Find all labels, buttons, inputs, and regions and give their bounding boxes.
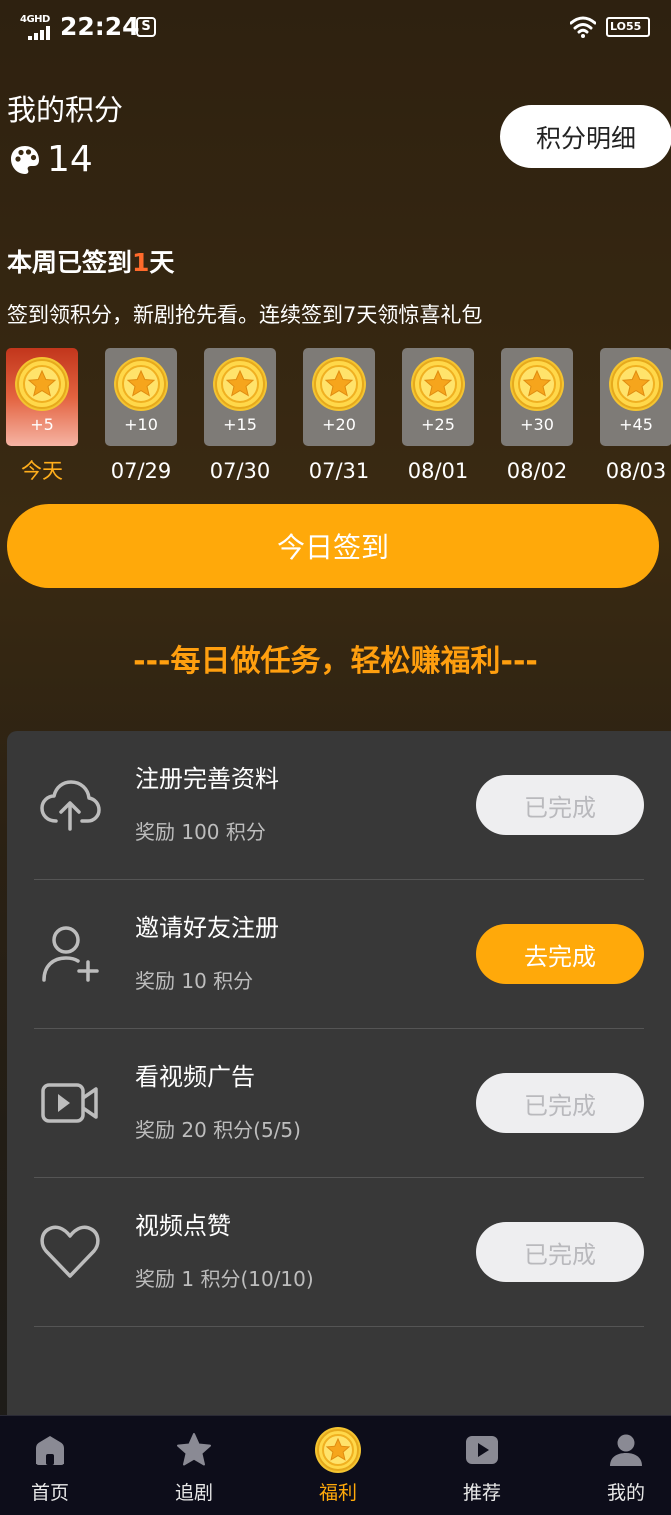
day-points: +5 bbox=[30, 415, 54, 434]
coin-icon bbox=[609, 357, 663, 411]
play-icon bbox=[466, 1436, 498, 1464]
tab-profile[interactable]: 我的 bbox=[576, 1416, 671, 1515]
task-reward: 奖励 20 积分(5/5) bbox=[135, 1118, 301, 1142]
points-title: 我的积分 bbox=[7, 93, 124, 127]
task-title: 邀请好友注册 bbox=[135, 914, 279, 942]
day-points: +15 bbox=[223, 415, 257, 434]
star-icon bbox=[177, 1433, 211, 1466]
heart-icon bbox=[40, 1225, 100, 1278]
signal-icon: 4GHD bbox=[20, 14, 54, 40]
task-title: 视频点赞 bbox=[135, 1212, 231, 1240]
coin-icon bbox=[114, 357, 168, 411]
wifi-icon bbox=[570, 16, 596, 38]
tab-label: 推荐 bbox=[462, 1482, 501, 1504]
task-list: 注册完善资料 奖励 100 积分 已完成 邀请好友注册 奖励 10 积分 去完成… bbox=[7, 731, 671, 1415]
tab-label: 追剧 bbox=[174, 1482, 213, 1504]
points-detail-button[interactable]: 积分明细 bbox=[500, 105, 671, 168]
day-points: +25 bbox=[421, 415, 455, 434]
network-type: 4GHD bbox=[20, 14, 50, 25]
points-value: 14 bbox=[47, 139, 93, 180]
task-row: 看视频广告 奖励 20 积分(5/5) 已完成 bbox=[34, 1029, 644, 1178]
battery-icon: LO55 bbox=[606, 17, 650, 37]
tab-follow[interactable]: 追剧 bbox=[144, 1416, 244, 1515]
day-points: +20 bbox=[322, 415, 356, 434]
day-date: 07/29 bbox=[110, 459, 172, 483]
day-date: 08/02 bbox=[506, 459, 568, 483]
day-card: +45 bbox=[600, 348, 671, 446]
day-date: 07/31 bbox=[308, 459, 370, 483]
day-date: 08/01 bbox=[407, 459, 469, 483]
day-card-today: +5 bbox=[6, 348, 78, 446]
status-bar: 4GHD 22:24 S LO55 bbox=[0, 0, 671, 56]
task-title: 看视频广告 bbox=[135, 1063, 255, 1091]
coin-icon bbox=[315, 1427, 361, 1473]
day-card: +30 bbox=[501, 348, 573, 446]
day-card: +20 bbox=[303, 348, 375, 446]
tab-label: 我的 bbox=[606, 1482, 645, 1504]
add-user-icon bbox=[42, 926, 99, 982]
palette-icon bbox=[11, 146, 39, 174]
task-row: 邀请好友注册 奖励 10 积分 去完成 bbox=[34, 880, 644, 1029]
tab-welfare[interactable]: 福利 bbox=[288, 1416, 388, 1515]
bottom-tab-bar: 首页 追剧 福利 推荐 我的 bbox=[0, 1415, 671, 1515]
points-balance: 14 bbox=[9, 140, 93, 180]
tab-label: 首页 bbox=[30, 1482, 69, 1504]
tasks-heading: ---每日做任务，轻松赚福利--- bbox=[133, 644, 538, 679]
day-card: +25 bbox=[402, 348, 474, 446]
week-suffix: 天 bbox=[149, 248, 175, 277]
day-points: +45 bbox=[619, 415, 653, 434]
task-reward: 奖励 1 积分(10/10) bbox=[135, 1267, 314, 1291]
day-points: +10 bbox=[124, 415, 158, 434]
day-date: 08/03 bbox=[605, 459, 667, 483]
status-time: 22:24 bbox=[60, 12, 140, 41]
checkin-days: +5 今天 +10 07/29 +15 07/30 +20 07/31 +25 bbox=[6, 348, 671, 488]
task-go-button[interactable]: 去完成 bbox=[476, 924, 644, 984]
task-done-button[interactable]: 已完成 bbox=[476, 775, 644, 835]
day-card: +10 bbox=[105, 348, 177, 446]
checkin-today-button[interactable]: 今日签到 bbox=[7, 504, 659, 588]
message-icon: S bbox=[136, 17, 156, 37]
day-date-today: 今天 bbox=[21, 459, 63, 483]
day-card: +15 bbox=[204, 348, 276, 446]
task-reward: 奖励 10 积分 bbox=[135, 969, 254, 993]
video-icon bbox=[41, 1083, 98, 1123]
week-checkin-title: 本周已签到1天 bbox=[7, 246, 174, 280]
coin-icon bbox=[15, 357, 69, 411]
week-count: 1 bbox=[132, 248, 150, 277]
tab-home[interactable]: 首页 bbox=[0, 1416, 100, 1515]
task-row: 视频点赞 奖励 1 积分(10/10) 已完成 bbox=[34, 1178, 644, 1327]
task-reward: 奖励 100 积分 bbox=[135, 820, 266, 844]
task-done-button[interactable]: 已完成 bbox=[476, 1222, 644, 1282]
tab-recommend[interactable]: 推荐 bbox=[432, 1416, 532, 1515]
day-date: 07/30 bbox=[209, 459, 271, 483]
coin-icon bbox=[411, 357, 465, 411]
coin-icon bbox=[213, 357, 267, 411]
coin-icon bbox=[312, 357, 366, 411]
cloud-upload-icon bbox=[40, 780, 101, 831]
week-prefix: 本周已签到 bbox=[7, 248, 133, 277]
task-done-button[interactable]: 已完成 bbox=[476, 1073, 644, 1133]
task-row: 注册完善资料 奖励 100 积分 已完成 bbox=[34, 731, 644, 880]
profile-icon bbox=[610, 1434, 642, 1466]
task-title: 注册完善资料 bbox=[135, 765, 279, 793]
home-icon bbox=[36, 1436, 64, 1465]
day-points: +30 bbox=[520, 415, 554, 434]
tab-label: 福利 bbox=[318, 1482, 357, 1504]
checkin-description: 签到领积分，新剧抢先看。连续签到7天领惊喜礼包 bbox=[7, 303, 483, 327]
coin-icon bbox=[510, 357, 564, 411]
